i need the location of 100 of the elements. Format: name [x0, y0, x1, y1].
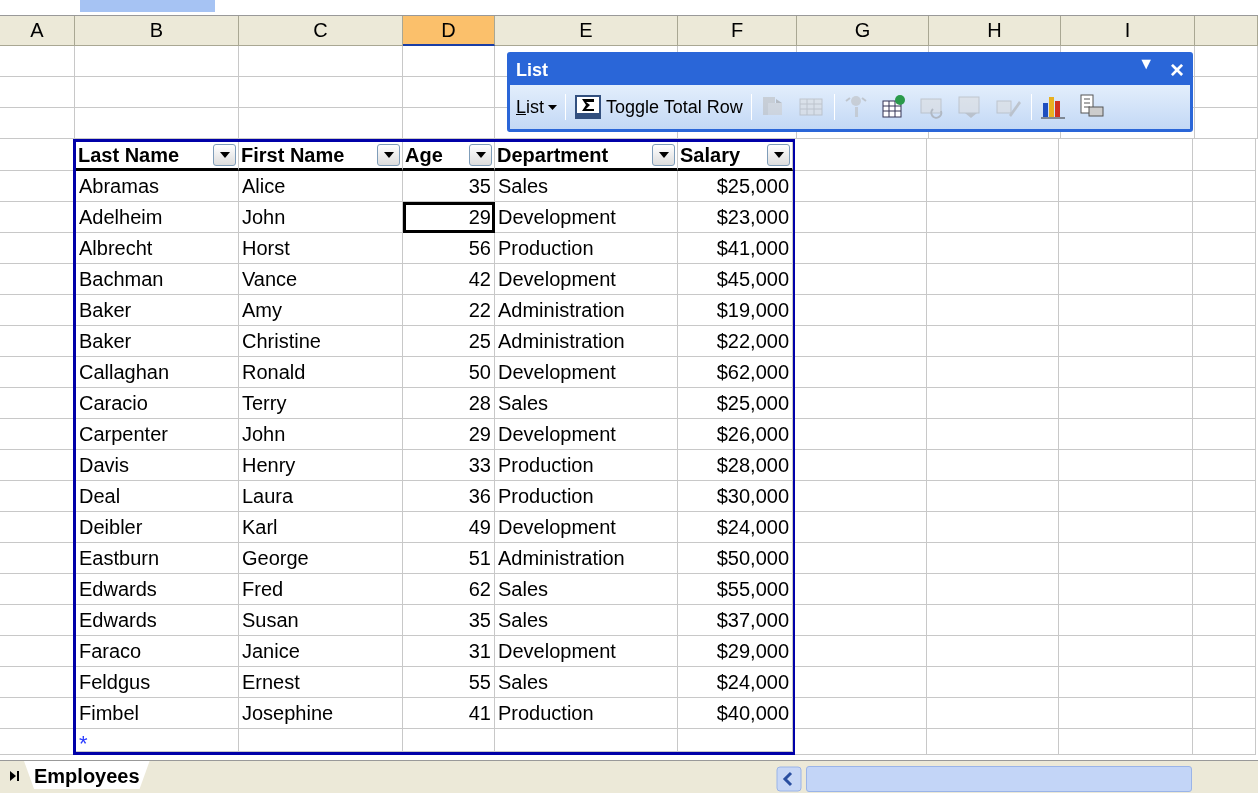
empty-cell: [1193, 357, 1256, 388]
empty-cell: [1193, 512, 1256, 543]
toggle-total-row-button[interactable]: Toggle Total Row: [572, 93, 745, 121]
table-cell: Horst: [239, 233, 403, 264]
scroll-thumb[interactable]: [806, 766, 1192, 792]
filter-dropdown-button[interactable]: [377, 144, 400, 166]
caret-icon: [475, 152, 486, 158]
table-cell: 35: [403, 605, 495, 636]
table-cell: George: [239, 543, 403, 574]
scroll-left-button[interactable]: [776, 766, 802, 792]
table-cell: $40,000: [678, 698, 793, 729]
table-cell: $28,000: [678, 450, 793, 481]
table-cell: $62,000: [678, 357, 793, 388]
table-cell: Terry: [239, 388, 403, 419]
table-cell: Sales: [495, 574, 678, 605]
table-cell: Production: [495, 481, 678, 512]
column-title: First Name: [241, 143, 345, 168]
table-cell: Baker: [76, 295, 239, 326]
empty-cell: [1193, 543, 1256, 574]
caret-icon: [219, 152, 230, 158]
table-cell: Callaghan: [76, 357, 239, 388]
empty-cell: [1193, 388, 1256, 419]
table-cell: Production: [495, 450, 678, 481]
table-cell: 28: [403, 388, 495, 419]
table-cell: $22,000: [678, 326, 793, 357]
empty-cell: [1193, 264, 1256, 295]
close-button[interactable]: ×: [1170, 52, 1184, 88]
column-title: Salary: [680, 143, 741, 168]
table-cell: Feldgus: [76, 667, 239, 698]
new-row-marker: *: [78, 731, 88, 756]
table-cell: 22: [403, 295, 495, 326]
table-cell: Davis: [76, 450, 239, 481]
table-cell: $24,000: [678, 667, 793, 698]
table-cell: Development: [495, 512, 678, 543]
caret-icon: [383, 152, 394, 158]
empty-cell: [1193, 139, 1256, 171]
column-header[interactable]: D: [403, 16, 495, 46]
table-cell: Bachman: [76, 264, 239, 295]
table-cell: Janice: [239, 636, 403, 667]
table-cell: 35: [403, 171, 495, 202]
table-cell: Sales: [495, 605, 678, 636]
filter-dropdown-button[interactable]: [469, 144, 492, 166]
table-cell: Administration: [495, 543, 678, 574]
table-cell: Production: [495, 233, 678, 264]
table-cell: $19,000: [678, 295, 793, 326]
empty-cell: [1193, 419, 1256, 450]
table-cell: $55,000: [678, 574, 793, 605]
toolbar-title: List: [516, 58, 548, 82]
table-cell: 31: [403, 636, 495, 667]
caret-icon: [548, 104, 557, 110]
column-title: Department: [497, 143, 609, 168]
table-cell: Sales: [495, 388, 678, 419]
empty-cell: [1193, 202, 1256, 233]
table-cell: 41: [403, 698, 495, 729]
column-header[interactable]: E: [495, 16, 678, 46]
table-cell: 42: [403, 264, 495, 295]
table-cell: $26,000: [678, 419, 793, 450]
toolbar-options-button[interactable]: ▼: [1138, 52, 1154, 88]
table-cell: $30,000: [678, 481, 793, 512]
table-cell: Caracio: [76, 388, 239, 419]
column-header[interactable]: I: [1061, 16, 1195, 46]
table-cell: Fred: [239, 574, 403, 605]
table-cell: $45,000: [678, 264, 793, 295]
empty-cell: [1193, 605, 1256, 636]
table-cell: Administration: [495, 326, 678, 357]
empty-cell: [1195, 46, 1258, 77]
column-header[interactable]: H: [929, 16, 1061, 46]
list-menu-button[interactable]: List: [514, 93, 559, 121]
empty-cell: [1193, 171, 1256, 202]
table-cell: $23,000: [678, 202, 793, 233]
table-cell: 36: [403, 481, 495, 512]
table-cell: Deal: [76, 481, 239, 512]
table-cell: Development: [495, 202, 678, 233]
column-header[interactable]: F: [678, 16, 797, 46]
column-title: Age: [405, 143, 443, 168]
table-cell: $24,000: [678, 512, 793, 543]
column-header[interactable]: A: [0, 16, 75, 46]
table-cell: $29,000: [678, 636, 793, 667]
table-cell: $41,000: [678, 233, 793, 264]
table-cell: 50: [403, 357, 495, 388]
sheet-tab[interactable]: Employees: [24, 761, 150, 789]
table-cell: Amy: [239, 295, 403, 326]
empty-cell: [1193, 233, 1256, 264]
sigma-icon: [574, 94, 602, 120]
filter-dropdown-button[interactable]: [652, 144, 675, 166]
table-cell: Baker: [76, 326, 239, 357]
table-cell: Christine: [239, 326, 403, 357]
table-cell: John: [239, 419, 403, 450]
column-header[interactable]: G: [797, 16, 929, 46]
table-cell: $37,000: [678, 605, 793, 636]
empty-cell: [1193, 481, 1256, 512]
table-cell: 62: [403, 574, 495, 605]
table-cell: Abramas: [76, 171, 239, 202]
table-cell: Administration: [495, 295, 678, 326]
table-cell: Laura: [239, 481, 403, 512]
filter-dropdown-button[interactable]: [213, 144, 236, 166]
table-cell: Faraco: [76, 636, 239, 667]
column-header[interactable]: B: [75, 16, 239, 46]
tab-scroll-icon[interactable]: [8, 769, 20, 783]
filter-dropdown-button[interactable]: [767, 144, 790, 166]
